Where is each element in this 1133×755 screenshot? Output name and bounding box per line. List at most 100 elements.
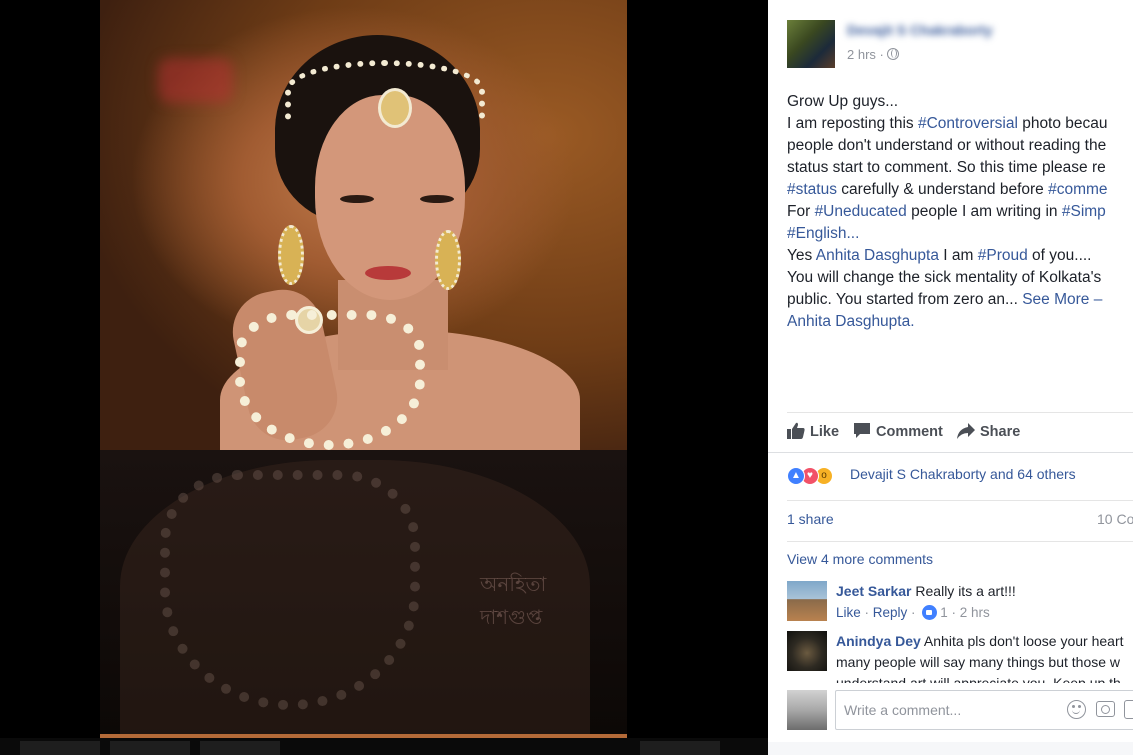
photo-figure-eye xyxy=(340,195,374,203)
photo-figure-eye xyxy=(420,195,454,203)
divider xyxy=(768,452,1133,453)
hashtag-link[interactable]: #Simp xyxy=(1062,203,1106,220)
post-text-segment: Yes xyxy=(787,247,816,264)
post-line: #English... xyxy=(787,223,1133,245)
post-body: Grow Up guys... I am reposting this #Con… xyxy=(787,91,1133,333)
hashtag-link[interactable]: #Proud xyxy=(978,247,1028,264)
hashtag-link[interactable]: #status xyxy=(787,181,837,198)
post-line: people don't understand or without readi… xyxy=(787,135,1133,157)
panel-bottom-bar xyxy=(768,742,1133,755)
comment-body: Jeet Sarkar Really its a art!!! Like · R… xyxy=(836,581,1133,623)
commenter-avatar[interactable] xyxy=(787,581,827,621)
filmstrip xyxy=(0,738,768,755)
filmstrip-thumb[interactable] xyxy=(640,741,720,755)
post-panel: Devajit S Chakraborty 2 hrs · Grow Up gu… xyxy=(768,0,1133,755)
hashtag-link[interactable]: #Controversial xyxy=(918,115,1018,132)
photo-necklace xyxy=(235,310,425,450)
post-line: Yes Anhita Dasghupta I am #Proud of you.… xyxy=(787,245,1133,267)
post-text-segment: carefully & understand before xyxy=(836,181,1049,198)
post-text-segment: You will change the sick mentality of Ko… xyxy=(787,269,1102,286)
comment-text: Anhita pls don't loose your heart xyxy=(920,633,1124,649)
divider xyxy=(787,412,1133,413)
comment-input[interactable] xyxy=(835,690,1133,730)
post-text-segment: Grow Up guys... xyxy=(787,93,899,110)
share-button[interactable]: Share xyxy=(957,420,1020,444)
post-line: I am reposting this #Controversial photo… xyxy=(787,113,1133,135)
post-text-segment: of you.... xyxy=(1027,247,1092,264)
post-line: For #Uneducated people I am writing in #… xyxy=(787,201,1133,223)
comment-text: Really its a art!!! xyxy=(911,583,1016,599)
blurred-logo xyxy=(158,58,233,103)
camera-icon[interactable] xyxy=(1096,701,1115,717)
write-comment-row xyxy=(787,690,1133,730)
meta-separator: · xyxy=(907,605,920,620)
like-button[interactable]: Like xyxy=(787,420,839,444)
post-text-segment: I am reposting this xyxy=(787,115,918,132)
post-text-segment: – xyxy=(1089,291,1103,308)
comment-button[interactable]: Comment xyxy=(853,420,943,444)
comment-reply-link[interactable]: Reply xyxy=(873,605,908,620)
photo-watermark: অনহিতা দাশগুপ্ত xyxy=(480,572,547,629)
post-text-segment: people I am writing in xyxy=(906,203,1062,220)
comment-like-link[interactable]: Like xyxy=(836,605,861,620)
comment-like-count[interactable]: 1 xyxy=(940,605,948,620)
photo-upper-section xyxy=(100,0,627,470)
post-line: public. You started from zero an... See … xyxy=(787,289,1133,311)
post-text-segment: people don't understand or without readi… xyxy=(787,137,1107,154)
post-line: You will change the sick mentality of Ko… xyxy=(787,267,1133,289)
globe-icon[interactable] xyxy=(886,48,899,60)
share-label: Share xyxy=(980,424,1021,440)
photo-lower-section: অনহিতা দাশগুপ্ত xyxy=(100,450,627,738)
comment-meta: Like · Reply · 1 · 2 hrs xyxy=(836,602,1133,623)
comment-like-badge-icon xyxy=(922,605,938,620)
mention-link[interactable]: Anhita Dasghupta. xyxy=(787,313,915,330)
meta-separator: · xyxy=(860,605,873,620)
share-arrow-icon xyxy=(957,423,975,439)
author-name[interactable]: Devajit S Chakraborty xyxy=(847,22,993,40)
reactors-text[interactable]: Devajit S Chakraborty and 64 others xyxy=(850,466,1076,482)
post-text-segment: public. You started from zero an... xyxy=(787,291,1023,308)
hashtag-link[interactable]: #Uneducated xyxy=(815,203,907,220)
comment-body: Anindya Dey Anhita pls don't loose your … xyxy=(836,631,1133,683)
photo-tikka xyxy=(378,88,412,128)
post-time-text[interactable]: 2 hrs · xyxy=(847,47,884,62)
hashtag-link[interactable]: #English... xyxy=(787,225,859,242)
photo-lower-necklace xyxy=(160,470,420,710)
divider xyxy=(787,541,1133,542)
comment-text-line: many people will say many things but tho… xyxy=(836,654,1121,670)
filmstrip-thumb[interactable] xyxy=(200,741,280,755)
author-avatar[interactable] xyxy=(787,20,835,68)
filmstrip-thumb[interactable] xyxy=(20,741,100,755)
reactions-summary[interactable]: ▲ ♥ o Devajit S Chakraborty and 64 other… xyxy=(787,464,1133,486)
comment-bubble-icon xyxy=(854,423,870,438)
like-label: Like xyxy=(810,424,840,440)
post-photo[interactable]: অনহিতা দাশগুপ্ত xyxy=(100,0,627,738)
mention-link[interactable]: Anhita Dasghupta xyxy=(816,247,939,264)
post-line: Grow Up guys... xyxy=(787,91,1133,113)
emoji-icon[interactable] xyxy=(1067,700,1086,719)
photo-earring xyxy=(278,225,304,285)
post-text-segment: I am xyxy=(938,247,978,264)
see-more-link[interactable]: See More xyxy=(1022,291,1089,308)
commenter-avatar[interactable] xyxy=(787,631,827,671)
post-header: Devajit S Chakraborty 2 hrs · xyxy=(787,20,1133,70)
post-line: #status carefully & understand before #c… xyxy=(787,179,1133,201)
gif-icon[interactable] xyxy=(1124,700,1133,719)
current-user-avatar[interactable] xyxy=(787,690,827,730)
commenter-name[interactable]: Anindya Dey xyxy=(836,633,921,649)
post-timestamp[interactable]: 2 hrs · xyxy=(847,47,899,62)
filmstrip-thumb[interactable] xyxy=(110,741,190,755)
post-text-segment: For xyxy=(787,203,815,220)
comment-label: Comment xyxy=(876,424,943,440)
comment-time[interactable]: · 2 hrs xyxy=(948,605,990,620)
like-reaction-icon: ▲ xyxy=(787,467,805,485)
comment-text-line: understand art will appreciate you. Keep… xyxy=(836,675,1121,683)
photo-viewer[interactable]: অনহিতা দাশগুপ্ত xyxy=(0,0,768,755)
hashtag-link[interactable]: #comme xyxy=(1048,181,1107,198)
commenter-name[interactable]: Jeet Sarkar xyxy=(836,583,912,599)
post-line: status start to comment. So this time pl… xyxy=(787,157,1133,179)
comment-count[interactable]: 10 Co xyxy=(1097,511,1133,527)
photo-earring xyxy=(435,230,461,290)
view-more-comments-link[interactable]: View 4 more comments xyxy=(787,551,933,567)
share-count-link[interactable]: 1 share xyxy=(787,511,834,527)
